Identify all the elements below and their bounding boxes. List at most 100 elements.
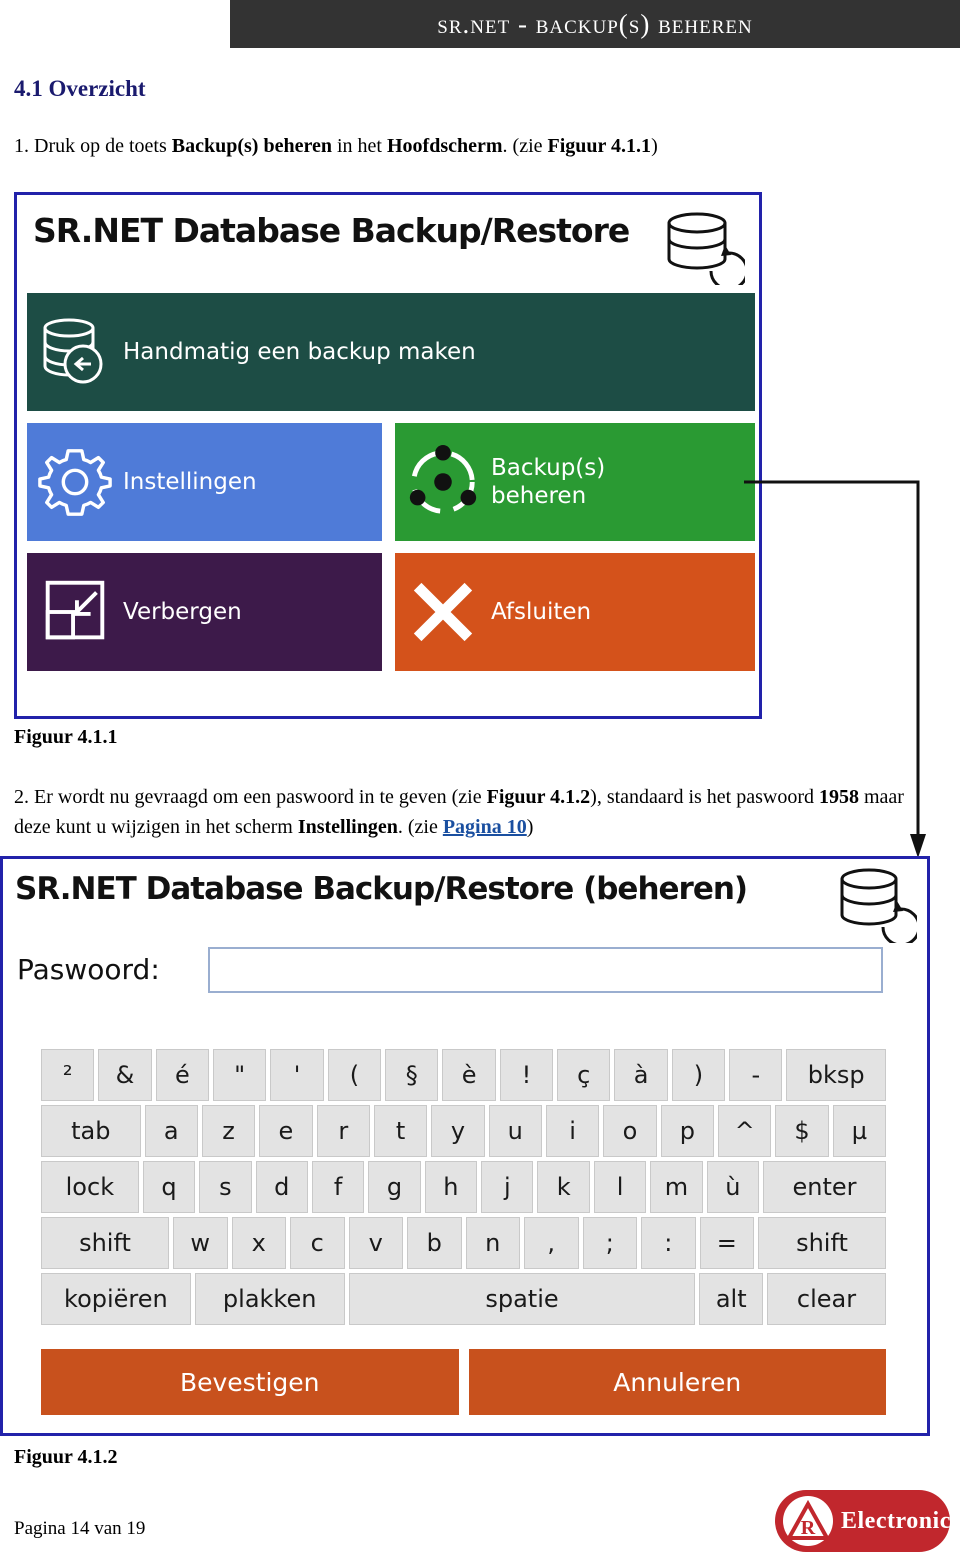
key-d[interactable]: d bbox=[255, 1161, 308, 1213]
key-mu[interactable]: µ bbox=[832, 1105, 887, 1157]
figure-1-screenshot: SR.NET Database Backup/Restore Handmatig… bbox=[14, 192, 762, 719]
key-clear[interactable]: clear bbox=[767, 1273, 887, 1325]
tile-instellingen[interactable]: Instellingen bbox=[27, 423, 382, 541]
confirm-button[interactable]: Bevestigen bbox=[41, 1349, 459, 1415]
step-1-bold-c: Figuur 4.1.1 bbox=[547, 135, 652, 157]
key-shift-left[interactable]: shift bbox=[41, 1217, 169, 1269]
key-v[interactable]: v bbox=[348, 1217, 403, 1269]
key-w[interactable]: w bbox=[173, 1217, 228, 1269]
key-o[interactable]: o bbox=[603, 1105, 657, 1157]
key-tab[interactable]: tab bbox=[41, 1105, 141, 1157]
key-j[interactable]: j bbox=[481, 1161, 534, 1213]
key-e-acute[interactable]: é bbox=[155, 1049, 210, 1101]
key-b[interactable]: b bbox=[407, 1217, 462, 1269]
page-10-link[interactable]: Pagina 10 bbox=[443, 816, 527, 838]
key-c-cedilla[interactable]: ç bbox=[557, 1049, 611, 1101]
key-dollar[interactable]: $ bbox=[775, 1105, 829, 1157]
key-e-grave[interactable]: è bbox=[442, 1049, 496, 1101]
key-exclamation[interactable]: ! bbox=[499, 1049, 554, 1101]
svg-text:R: R bbox=[801, 1517, 816, 1539]
figure-1-caption: Figuur 4.1.1 bbox=[14, 726, 118, 748]
key-u[interactable]: u bbox=[488, 1105, 542, 1157]
key-backspace[interactable]: bksp bbox=[786, 1049, 887, 1101]
key-m[interactable]: m bbox=[650, 1161, 703, 1213]
step-2-number: 2. bbox=[14, 786, 29, 808]
key-shift-right[interactable]: shift bbox=[758, 1217, 886, 1269]
key-a[interactable]: a bbox=[144, 1105, 198, 1157]
step-2-text-b: ), standaard is het paswoord bbox=[590, 786, 819, 808]
key-n[interactable]: n bbox=[465, 1217, 520, 1269]
key-c[interactable]: c bbox=[290, 1217, 345, 1269]
tile-afsluiten[interactable]: Afsluiten bbox=[395, 553, 755, 671]
key-caret[interactable]: ^ bbox=[717, 1105, 772, 1157]
step-2-text-a: Er wordt nu gevraagd om een paswoord in … bbox=[34, 786, 487, 808]
key-k[interactable]: k bbox=[537, 1161, 590, 1213]
keyboard-row-4: shift w x c v b n , ; : = shift bbox=[41, 1217, 886, 1269]
key-a-grave[interactable]: à bbox=[614, 1049, 668, 1101]
key-ampersand[interactable]: & bbox=[98, 1049, 152, 1101]
key-colon[interactable]: : bbox=[641, 1217, 696, 1269]
step-2-paragraph: 2. Er wordt nu gevraagd om een paswoord … bbox=[14, 782, 944, 842]
key-g[interactable]: g bbox=[368, 1161, 421, 1213]
page-header: SR.NET - Backup(s) beheren bbox=[230, 0, 960, 48]
keyboard-row-2: tab a z e r t y u i o p ^ $ µ bbox=[41, 1105, 887, 1157]
step-1-text-d: ) bbox=[651, 135, 658, 157]
key-h[interactable]: h bbox=[424, 1161, 478, 1213]
key-enter[interactable]: enter bbox=[763, 1161, 886, 1213]
key-f[interactable]: f bbox=[311, 1161, 365, 1213]
section-heading: 4.1 Overzicht bbox=[14, 76, 146, 101]
key-paren-close[interactable]: ) bbox=[671, 1049, 726, 1101]
database-arrow-icon bbox=[27, 293, 123, 411]
figure-2-app-title: SR.NET Database Backup/Restore (beheren) bbox=[15, 871, 748, 907]
key-space[interactable]: spatie bbox=[348, 1273, 696, 1325]
key-copy[interactable]: kopiëren bbox=[41, 1273, 191, 1325]
tile-handmatig-backup-label: Handmatig een backup maken bbox=[123, 339, 476, 365]
step-1-number: 1. bbox=[14, 135, 29, 157]
tile-handmatig-backup[interactable]: Handmatig een backup maken bbox=[27, 293, 755, 411]
step-2-bold-c: Instellingen bbox=[297, 816, 398, 838]
step-1-paragraph: 1. Druk op de toets Backup(s) beheren in… bbox=[14, 132, 814, 160]
key-s[interactable]: s bbox=[199, 1161, 252, 1213]
key-lock[interactable]: lock bbox=[41, 1161, 139, 1213]
key-quote-single[interactable]: ' bbox=[270, 1049, 324, 1101]
key-quote-double[interactable]: " bbox=[213, 1049, 267, 1101]
on-screen-keyboard[interactable]: ² & é " ' ( § è ! ç à ) - bksp tab a z e… bbox=[41, 1049, 887, 1329]
tile-backups-beheren[interactable]: Backup(s) beheren bbox=[395, 423, 755, 541]
key-t[interactable]: t bbox=[373, 1105, 428, 1157]
step-2-bold-b: 1958 bbox=[819, 786, 859, 808]
key-minus[interactable]: - bbox=[729, 1049, 783, 1101]
key-alt[interactable]: alt bbox=[699, 1273, 764, 1325]
step-1-bold-b: Hoofdscherm bbox=[386, 135, 503, 157]
figure-2-actions: Bevestigen Annuleren bbox=[41, 1349, 886, 1415]
key-r[interactable]: r bbox=[316, 1105, 370, 1157]
company-logo: R Electronic bbox=[775, 1490, 950, 1552]
key-paren-open[interactable]: ( bbox=[327, 1049, 382, 1101]
key-x[interactable]: x bbox=[231, 1217, 286, 1269]
minimize-icon bbox=[27, 553, 123, 671]
key-e[interactable]: e bbox=[259, 1105, 313, 1157]
key-z[interactable]: z bbox=[201, 1105, 256, 1157]
key-comma[interactable]: , bbox=[524, 1217, 579, 1269]
figure-1-app-title: SR.NET Database Backup/Restore bbox=[33, 211, 630, 250]
key-section[interactable]: § bbox=[385, 1049, 439, 1101]
cancel-button[interactable]: Annuleren bbox=[468, 1349, 886, 1415]
gear-icon bbox=[27, 423, 123, 541]
key-equals[interactable]: = bbox=[699, 1217, 754, 1269]
key-l[interactable]: l bbox=[593, 1161, 647, 1213]
tile-instellingen-label: Instellingen bbox=[123, 469, 257, 495]
tile-verbergen[interactable]: Verbergen bbox=[27, 553, 382, 671]
key-q[interactable]: q bbox=[142, 1161, 196, 1213]
key-p[interactable]: p bbox=[660, 1105, 714, 1157]
key-u-grave[interactable]: ù bbox=[706, 1161, 760, 1213]
key-semicolon[interactable]: ; bbox=[582, 1217, 637, 1269]
step-1-text-a: Druk op de toets bbox=[34, 135, 172, 157]
database-restore-icon bbox=[667, 212, 745, 285]
key-paste[interactable]: plakken bbox=[194, 1273, 345, 1325]
tile-backups-beheren-label: Backup(s) beheren bbox=[491, 454, 605, 510]
key-superscript-2[interactable]: ² bbox=[41, 1049, 95, 1101]
password-input[interactable] bbox=[208, 947, 883, 993]
step-1-text-b: in het bbox=[331, 135, 387, 157]
key-i[interactable]: i bbox=[545, 1105, 600, 1157]
key-y[interactable]: y bbox=[431, 1105, 485, 1157]
keyboard-row-5: kopiëren plakken spatie alt clear bbox=[41, 1273, 887, 1325]
